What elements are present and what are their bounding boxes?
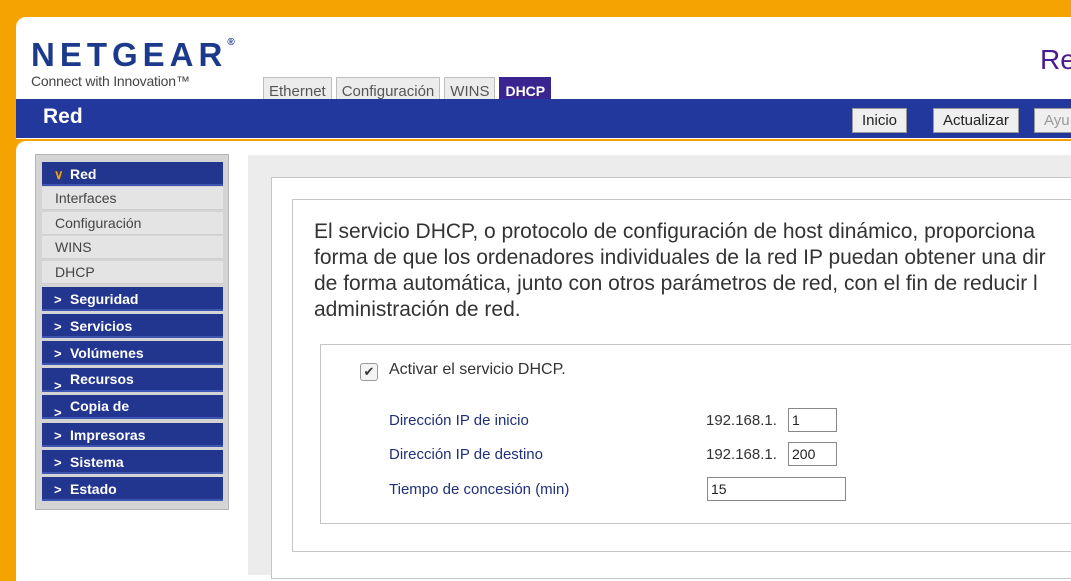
sidebar-item-wins[interactable]: WINS bbox=[42, 236, 223, 259]
sidebar-item-configuracion[interactable]: Configuración bbox=[42, 212, 223, 235]
sidebar-section-label: Copia de bbox=[70, 398, 130, 414]
tab-configuracion[interactable]: Configuración bbox=[335, 77, 441, 101]
start-ip-prefix: 192.168.1. bbox=[706, 412, 777, 429]
lease-time-input[interactable] bbox=[707, 477, 846, 501]
chevron-right-icon: > bbox=[54, 378, 62, 392]
help-button[interactable]: Ayu bbox=[1034, 108, 1071, 133]
sidebar: ∨ Red Interfaces Configuración WINS DHCP … bbox=[35, 154, 229, 510]
dhcp-description: El servicio DHCP, o protocolo de configu… bbox=[314, 219, 1054, 323]
sidebar-section-label: Sistema bbox=[70, 454, 124, 470]
tab-wins[interactable]: WINS bbox=[444, 77, 496, 101]
end-ip-label: Dirección IP de destino bbox=[389, 446, 543, 463]
check-icon: ✔ bbox=[363, 364, 375, 379]
chevron-right-icon: > bbox=[54, 405, 62, 419]
tab-dhcp[interactable]: DHCP bbox=[499, 77, 552, 101]
chevron-right-icon: > bbox=[54, 482, 62, 497]
netgear-logo: NETGEAR® Connect with Innovation™ bbox=[31, 36, 235, 90]
sidebar-item-dhcp[interactable]: DHCP bbox=[42, 261, 223, 284]
start-ip-label: Dirección IP de inicio bbox=[389, 412, 529, 429]
end-ip-input[interactable] bbox=[788, 442, 837, 466]
sidebar-section-label: Recursos bbox=[70, 371, 134, 387]
tab-ethernet[interactable]: Ethernet bbox=[263, 77, 332, 101]
description-line: forma de que los ordenadores individuale… bbox=[314, 246, 1046, 269]
end-ip-prefix: 192.168.1. bbox=[706, 446, 777, 463]
sidebar-section-recursos[interactable]: > Recursos bbox=[42, 368, 223, 392]
sidebar-section-label: Servicios bbox=[70, 318, 133, 334]
description-line: de forma automática, junto con otros par… bbox=[314, 272, 1038, 295]
home-button[interactable]: Inicio bbox=[852, 108, 908, 133]
enable-dhcp-checkbox[interactable]: ✔ bbox=[360, 363, 378, 381]
enable-dhcp-label: Activar el servicio DHCP. bbox=[389, 361, 566, 378]
title-bar: Red Inicio Actualizar Ayu bbox=[16, 99, 1071, 138]
chevron-right-icon: > bbox=[54, 346, 62, 361]
chevron-right-icon: > bbox=[54, 319, 62, 334]
start-ip-input[interactable] bbox=[788, 408, 837, 432]
sidebar-section-label: Estado bbox=[70, 481, 117, 497]
sidebar-item-interfaces[interactable]: Interfaces bbox=[42, 187, 223, 210]
sidebar-section-label: Red bbox=[70, 166, 97, 182]
chevron-right-icon: > bbox=[54, 292, 62, 307]
description-line: administración de red. bbox=[314, 298, 521, 321]
tab-bar: Ethernet Configuración WINS DHCP bbox=[263, 77, 552, 101]
registered-mark: ® bbox=[227, 37, 235, 48]
sidebar-section-servicios[interactable]: > Servicios bbox=[42, 314, 223, 338]
sidebar-section-estado[interactable]: > Estado bbox=[42, 477, 223, 501]
sidebar-section-volumenes[interactable]: > Volúmenes bbox=[42, 341, 223, 365]
sidebar-section-red[interactable]: ∨ Red bbox=[42, 162, 223, 186]
section-title: Red bbox=[43, 105, 83, 128]
chevron-right-icon: > bbox=[54, 428, 62, 443]
refresh-button[interactable]: Actualizar bbox=[933, 108, 1019, 133]
brand-tagline: Connect with Innovation™ bbox=[31, 73, 190, 89]
sidebar-section-label: Impresoras bbox=[70, 427, 146, 443]
sidebar-section-sistema[interactable]: > Sistema bbox=[42, 450, 223, 474]
sidebar-section-impresoras[interactable]: > Impresoras bbox=[42, 423, 223, 447]
chevron-down-icon: ∨ bbox=[54, 167, 64, 182]
chevron-right-icon: > bbox=[54, 455, 62, 470]
sidebar-section-label: Volúmenes bbox=[70, 345, 144, 361]
sidebar-section-copia[interactable]: > Copia de bbox=[42, 395, 223, 419]
sidebar-section-seguridad[interactable]: > Seguridad bbox=[42, 287, 223, 311]
description-line: El servicio DHCP, o protocolo de configu… bbox=[314, 220, 1036, 243]
page-heading: Re bbox=[1040, 44, 1071, 75]
sidebar-section-label: Seguridad bbox=[70, 291, 139, 307]
lease-time-label: Tiempo de concesión (min) bbox=[389, 481, 570, 498]
brand-name: NETGEAR® bbox=[31, 36, 235, 73]
